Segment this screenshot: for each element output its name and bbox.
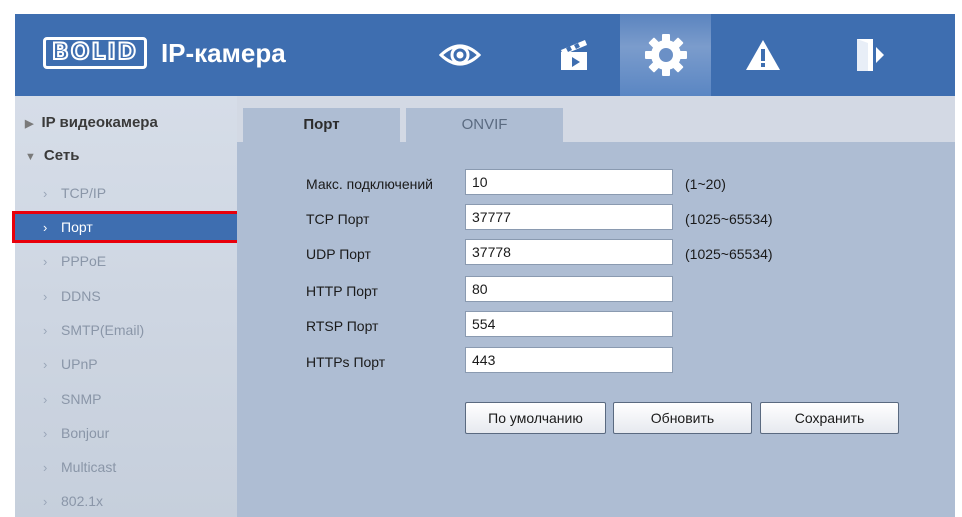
chevron-right-icon: › (43, 426, 48, 441)
save-button[interactable]: Сохранить (760, 402, 899, 434)
nav-logout[interactable] (830, 14, 910, 96)
chevron-right-icon: › (43, 357, 48, 372)
sidebar: ▶ IP видеокамера ▼ Сеть › TCP/IP › Порт › PPP… (12, 96, 240, 517)
nav-settings[interactable] (620, 14, 711, 96)
triangle-down-icon: ▼ (25, 151, 36, 163)
clapperboard-icon (561, 40, 587, 70)
sidebar-item-upnp[interactable]: › UPnP (15, 351, 237, 377)
triangle-right-icon: ▶ (25, 118, 34, 130)
chevron-right-icon: › (43, 186, 48, 201)
sidebar-item-smtp[interactable]: › SMTP(Email) (15, 317, 237, 343)
sidebar-item-snmp[interactable]: › SNMP (15, 386, 237, 412)
chevron-right-icon: › (43, 323, 48, 338)
tcp-port-label: TCP Порт (306, 211, 370, 227)
chevron-right-icon: › (43, 392, 48, 407)
sidebar-item-ddns[interactable]: › DDNS (15, 283, 237, 309)
logo: BOLID IP-камера (43, 37, 286, 69)
sidebar-item-label: Multicast (61, 459, 117, 475)
gear-icon (644, 34, 687, 76)
chevron-right-icon: › (43, 289, 48, 304)
eye-icon (439, 44, 481, 66)
sidebar-item-label: PPPoE (61, 253, 107, 269)
udp-port-input[interactable] (465, 239, 673, 265)
refresh-button[interactable]: Обновить (613, 402, 752, 434)
sidebar-item-label: Порт (61, 219, 93, 235)
chevron-right-icon: › (43, 254, 48, 269)
tab-onvif[interactable]: ONVIF (406, 108, 563, 142)
udp-port-label: UDP Порт (306, 246, 371, 262)
exit-icon (857, 39, 884, 71)
section-label: Сеть (43, 147, 80, 164)
max-connections-label: Макс. подключений (306, 176, 433, 192)
sidebar-item-8021x[interactable]: › 802.1x (15, 488, 237, 514)
http-port-label: HTTP Порт (306, 283, 378, 299)
section-label: IP видеокамера (41, 114, 158, 131)
sidebar-item-bonjour[interactable]: › Bonjour (15, 420, 237, 446)
chevron-right-icon: › (43, 220, 48, 235)
chevron-right-icon: › (43, 494, 48, 509)
tab-port[interactable]: Порт (243, 108, 400, 142)
rtsp-port-label: RTSP Порт (306, 318, 379, 334)
nav-live-view[interactable] (420, 14, 500, 96)
sidebar-item-tcpip[interactable]: › TCP/IP (15, 180, 237, 206)
sidebar-item-label: Bonjour (61, 425, 110, 441)
app-title: IP-камера (160, 37, 286, 68)
sidebar-item-label: DDNS (61, 288, 101, 304)
port-settings-panel: Макс. подключений (1~20) TCP Порт (1025~… (237, 142, 955, 517)
main-content: Порт ONVIF Макс. подключений (1~20) TCP … (237, 96, 955, 517)
sidebar-item-label: UPnP (61, 356, 98, 372)
sidebar-item-label: TCP/IP (61, 185, 107, 201)
tcp-port-range: (1025~65534) (685, 211, 773, 227)
sidebar-item-pppoe[interactable]: › PPPoE (15, 248, 237, 274)
sidebar-item-port[interactable]: › Порт (12, 211, 240, 243)
sidebar-item-multicast[interactable]: › Multicast (15, 454, 237, 480)
chevron-right-icon: › (43, 460, 48, 475)
rtsp-port-input[interactable] (465, 311, 673, 337)
brand-logo: BOLID (43, 37, 147, 69)
http-port-input[interactable] (465, 276, 673, 302)
sidebar-item-label: SMTP(Email) (61, 322, 145, 338)
udp-port-range: (1025~65534) (685, 246, 773, 262)
https-port-label: HTTPs Порт (306, 354, 386, 370)
sidebar-item-label: SNMP (61, 391, 102, 407)
https-port-input[interactable] (465, 347, 673, 373)
sidebar-item-label: 802.1x (61, 493, 104, 509)
top-header: BOLID IP-камера (15, 14, 955, 96)
max-connections-input[interactable] (465, 169, 673, 195)
sidebar-section-ip-camera[interactable]: ▶ IP видеокамера (25, 114, 158, 131)
sidebar-section-network[interactable]: ▼ Сеть (25, 147, 79, 164)
default-button[interactable]: По умолчанию (465, 402, 606, 434)
warning-icon (746, 40, 780, 70)
nav-playback[interactable] (534, 14, 614, 96)
nav-alarm[interactable] (723, 14, 803, 96)
max-connections-range: (1~20) (685, 176, 726, 192)
tcp-port-input[interactable] (465, 204, 673, 230)
